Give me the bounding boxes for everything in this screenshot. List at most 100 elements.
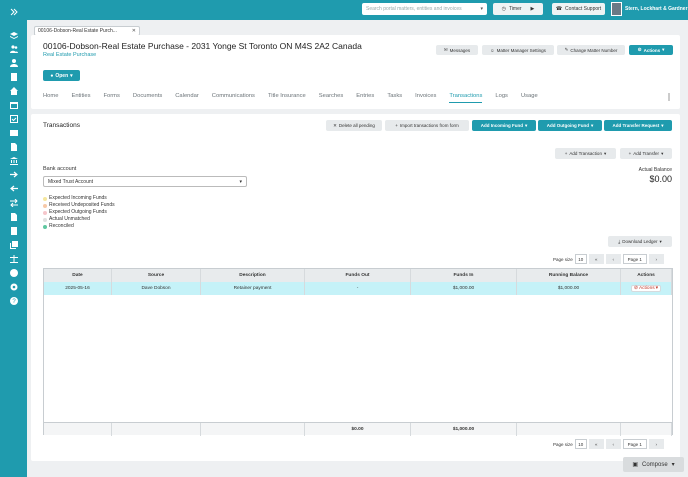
- pagination-top: Page size 10 « ‹ Page 1 ›: [553, 254, 664, 264]
- timer-label: Timer: [508, 6, 522, 12]
- add-transfer-request-button[interactable]: Add Transfer Request ▾: [604, 120, 672, 131]
- settings-icon[interactable]: [8, 283, 19, 291]
- file-icon[interactable]: [8, 213, 19, 221]
- add-outgoing-fund-button[interactable]: Add Outgoing Fund ▾: [538, 120, 602, 131]
- users-icon[interactable]: [8, 45, 19, 53]
- arrow-left-icon[interactable]: [8, 185, 19, 193]
- add-transfer-button[interactable]: + Add Transfer ▾: [620, 148, 672, 159]
- transactions-panel: Transactions ✕ Delete all pending + Import…: [31, 114, 680, 461]
- tab-tasks[interactable]: Tasks: [387, 93, 402, 103]
- add-incoming-fund-button[interactable]: Add Incoming Fund ▾: [472, 120, 536, 131]
- image-icon[interactable]: [8, 129, 19, 137]
- add-transaction-button[interactable]: + Add Transaction ▾: [555, 148, 616, 159]
- tab-entities[interactable]: Entities: [71, 93, 90, 103]
- import-button[interactable]: + Import transactions from form: [385, 120, 469, 131]
- matter-manager-label: Matter Manager Settings: [496, 47, 546, 53]
- home-icon[interactable]: [8, 87, 19, 95]
- chevron-down-icon[interactable]: ▾: [480, 6, 483, 12]
- contact-support-label: Contact Support: [565, 6, 602, 12]
- table-cell: Description: [201, 269, 305, 282]
- calendar-icon[interactable]: [8, 101, 19, 109]
- delete-pending-label: Delete all pending: [338, 123, 375, 128]
- status-legend: Expected Incoming Funds Received Undeposi…: [43, 195, 115, 230]
- bank-icon[interactable]: [8, 157, 19, 165]
- tab-documents[interactable]: Documents: [133, 93, 162, 103]
- change-number-label: Change Matter Number: [570, 47, 618, 53]
- table-cell: $1,000.00: [517, 282, 621, 295]
- tab-calendar[interactable]: Calendar: [175, 93, 199, 103]
- user-menu[interactable]: Stern, Lockhart & Gardner: [611, 2, 688, 16]
- tab-title-insurance[interactable]: Title Insurance: [268, 93, 306, 103]
- row-actions-button[interactable]: ⊘ Actions ▾: [630, 285, 662, 292]
- page-size-select[interactable]: 10: [574, 254, 587, 264]
- balance-value: $0.00: [649, 174, 672, 184]
- download-ledger-label: Download Ledger: [622, 239, 658, 244]
- page-size-select[interactable]: 10: [574, 439, 587, 449]
- table-cell: [201, 422, 305, 436]
- chevron-down-icon: ▾: [661, 122, 664, 128]
- tab-usage[interactable]: Usage: [521, 93, 538, 103]
- tab-transactions[interactable]: Transactions: [449, 93, 483, 103]
- messages-label: Messages: [449, 47, 471, 53]
- tab-communications[interactable]: Communications: [212, 93, 255, 103]
- user-icon[interactable]: [8, 59, 19, 67]
- layers-icon[interactable]: [8, 32, 19, 40]
- contact-support-button[interactable]: ☎ Contact Support: [552, 3, 605, 15]
- legend-item: Expected Incoming Funds: [43, 195, 115, 202]
- chevron-down-icon: ▾: [239, 178, 242, 185]
- chevron-down-icon: ▾: [70, 72, 73, 79]
- report-icon[interactable]: [8, 227, 19, 235]
- delete-pending-button[interactable]: ✕ Delete all pending: [326, 120, 382, 131]
- page-subtitle: Real Estate Purchase: [43, 52, 97, 58]
- add-transaction-label: Add Transaction: [569, 151, 602, 156]
- prev-page-button[interactable]: ‹: [605, 439, 621, 449]
- prev-page-button[interactable]: ‹: [605, 254, 621, 264]
- search-input[interactable]: Search portal matters, entities and invo…: [362, 3, 487, 15]
- table-cell: [112, 422, 201, 436]
- timer-button[interactable]: ◷ Timer ▶: [493, 3, 543, 15]
- copy-icon[interactable]: [8, 241, 19, 249]
- scale-icon[interactable]: [8, 255, 19, 263]
- tab-logs[interactable]: Logs: [495, 93, 508, 103]
- tab-forms[interactable]: Forms: [103, 93, 119, 103]
- balance-label: Actual Balance: [638, 167, 672, 173]
- open-button[interactable]: ● Open ▾: [43, 70, 80, 81]
- bank-account-label: Bank account: [43, 166, 77, 172]
- building-icon[interactable]: [8, 73, 19, 81]
- chevron-down-icon: ▾: [661, 150, 664, 156]
- first-page-button[interactable]: «: [588, 439, 604, 449]
- download-ledger-button[interactable]: ⤓ Download Ledger ▾: [608, 236, 672, 247]
- arrow-right-icon[interactable]: [8, 171, 19, 179]
- account-icon[interactable]: [8, 269, 19, 277]
- row-actions-label: Actions: [638, 286, 655, 291]
- transfer-icon[interactable]: [8, 199, 19, 207]
- expand-icon[interactable]: [8, 8, 19, 16]
- matter-manager-button[interactable]: ☺ Matter Manager Settings: [482, 45, 554, 55]
- tab-invoices[interactable]: Invoices: [415, 93, 436, 103]
- close-icon: ✕: [333, 122, 337, 128]
- tab-entries[interactable]: Entries: [356, 93, 374, 103]
- first-page-button[interactable]: «: [588, 254, 604, 264]
- legend-dot: [43, 210, 47, 215]
- actions-button[interactable]: ⚙ Actions ▾: [629, 45, 673, 55]
- matter-tab-label: 00106-Dobson-Real Estate Purch...: [38, 28, 117, 34]
- bank-account-value: Mixed Trust Account: [48, 178, 94, 185]
- checklist-icon[interactable]: [8, 115, 19, 123]
- table-row[interactable]: 2025-05-16 Dave Dobson Retainer payment - $1…: [44, 282, 672, 295]
- document-icon[interactable]: [8, 143, 19, 151]
- legend-item: Reconciled: [43, 223, 115, 230]
- tab-home[interactable]: Home: [43, 93, 58, 103]
- tab-searches[interactable]: Searches: [319, 93, 344, 103]
- avatar: [611, 2, 622, 16]
- table-cell: -: [305, 282, 411, 295]
- messages-button[interactable]: ✉ Messages: [436, 45, 478, 55]
- next-page-button[interactable]: ›: [648, 439, 664, 449]
- pagination-bottom: Page size 10 « ‹ Page 1 ›: [553, 439, 664, 449]
- change-matter-number-button[interactable]: ✎ Change Matter Number: [557, 45, 625, 55]
- close-icon[interactable]: ✕: [132, 28, 136, 34]
- scroll-indicator[interactable]: [668, 93, 670, 101]
- compose-button[interactable]: ▣ Compose ▾: [623, 457, 684, 472]
- bank-account-select[interactable]: Mixed Trust Account ▾: [43, 176, 247, 187]
- help-icon[interactable]: ?: [8, 297, 19, 305]
- next-page-button[interactable]: ›: [648, 254, 664, 264]
